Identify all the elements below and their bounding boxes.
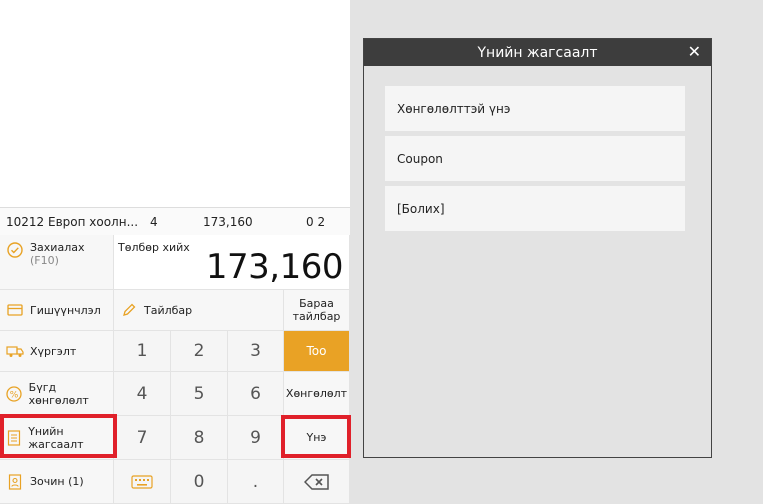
order-item-amount: 173,160: [203, 215, 253, 229]
order-shortcut: (F10): [30, 254, 59, 267]
discount-button[interactable]: Хөнгөлөлт: [284, 372, 350, 416]
digit-0-button[interactable]: 0: [171, 460, 228, 504]
delivery-button[interactable]: Хүргэлт: [0, 331, 114, 372]
pay-amount: 173,160: [205, 247, 344, 287]
pay-label: Төлбөр хийх: [118, 241, 190, 254]
guest-badge-icon: [6, 473, 24, 491]
option-discounted-price[interactable]: Хөнгөлөлттэй үнэ: [385, 86, 685, 131]
item-note-button[interactable]: Бараа тайлбар: [284, 290, 350, 331]
option-label: Хөнгөлөлттэй үнэ: [397, 101, 511, 116]
digit-9-button[interactable]: 9: [228, 416, 284, 460]
backspace-icon: [303, 473, 330, 490]
note-label: Тайлбар: [144, 303, 193, 317]
guest-button[interactable]: Зочин (1): [0, 460, 114, 504]
pencil-icon: [120, 301, 138, 319]
backspace-button[interactable]: [284, 460, 350, 504]
digit-5-button[interactable]: 5: [171, 372, 228, 416]
membership-button[interactable]: Гишүүнчлэл: [0, 290, 114, 331]
pay-button[interactable]: Төлбөр хийх 173,160: [114, 235, 350, 290]
option-label: Coupon: [397, 151, 443, 166]
order-item-extra: 0 2: [306, 215, 326, 229]
digit-6-button[interactable]: 6: [228, 372, 284, 416]
option-cancel[interactable]: [Болих]: [385, 186, 685, 231]
percent-icon: %: [6, 385, 23, 403]
order-item-name: 10212 Европ хоолн...: [6, 215, 139, 229]
full-discount-label: Бүгд хөнгөлөлт: [28, 380, 89, 407]
discount-label: Хөнгөлөлт: [285, 387, 348, 400]
svg-text:%: %: [10, 390, 19, 400]
digit-4-button[interactable]: 4: [114, 372, 171, 416]
price-list-dialog: Үнийн жагсаалт ✕ Хөнгөлөлттэй үнэ Coupon…: [363, 38, 712, 458]
order-label: Захиалах: [30, 241, 85, 254]
quantity-button[interactable]: Too: [284, 331, 350, 372]
option-label: [Болих]: [397, 201, 445, 216]
guest-label: Зочин (1): [30, 475, 84, 488]
order-button[interactable]: Захиалах (F10): [0, 235, 114, 290]
order-line[interactable]: 10212 Европ хоолн... 4 173,160 0 2: [0, 207, 350, 236]
highlight-price: [281, 415, 351, 458]
keyboard-button[interactable]: [114, 460, 171, 504]
pos-keypad: Захиалах (F10) Төлбөр хийх 173,160 Гишүү…: [0, 235, 350, 504]
digit-8-button[interactable]: 8: [171, 416, 228, 460]
full-discount-button[interactable]: % Бүгд хөнгөлөлт: [0, 372, 114, 416]
card-icon: [6, 301, 24, 319]
membership-label: Гишүүнчлэл: [30, 303, 101, 317]
order-item-qty: 4: [150, 215, 158, 229]
digit-7-button[interactable]: 7: [114, 416, 171, 460]
dialog-title: Үнийн жагсаалт: [477, 44, 598, 61]
pos-left-panel: 10212 Европ хоолн... 4 173,160 0 2 Захиа…: [0, 0, 351, 504]
decimal-button[interactable]: .: [228, 460, 284, 504]
dialog-header: Үнийн жагсаалт ✕: [364, 39, 711, 66]
note-button[interactable]: Тайлбар: [114, 290, 284, 331]
option-coupon[interactable]: Coupon: [385, 136, 685, 181]
keyboard-icon: [131, 474, 153, 489]
highlight-price-list: [0, 414, 117, 458]
truck-icon: [6, 342, 24, 360]
quantity-label: Too: [306, 344, 327, 358]
item-note-label: Бараа тайлбар: [292, 297, 341, 323]
digit-3-button[interactable]: 3: [228, 331, 284, 372]
digit-2-button[interactable]: 2: [171, 331, 228, 372]
delivery-label: Хүргэлт: [30, 344, 77, 358]
close-icon[interactable]: ✕: [688, 42, 701, 61]
digit-1-button[interactable]: 1: [114, 331, 171, 372]
check-circle-icon: [6, 241, 24, 259]
